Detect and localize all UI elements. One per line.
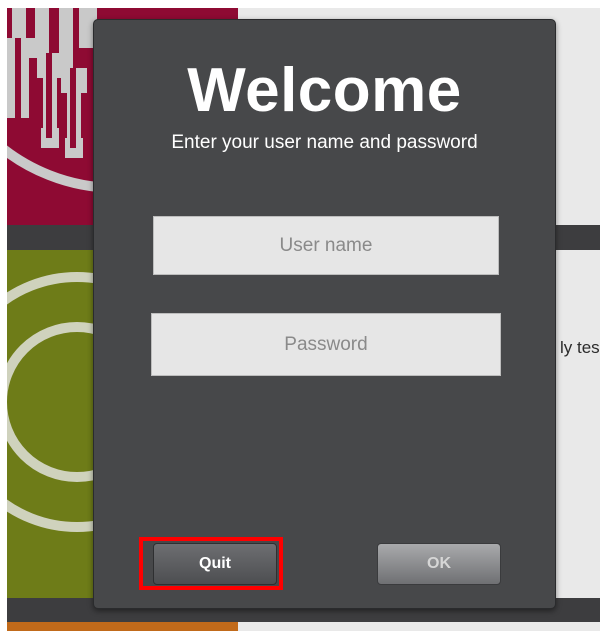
login-dialog: Welcome Enter your user name and passwor… [93, 19, 556, 609]
background-text: ly tes [560, 338, 600, 357]
orange-tile[interactable] [7, 622, 238, 631]
dialog-title: Welcome [187, 56, 462, 125]
ok-button[interactable]: OK [377, 543, 501, 585]
username-input[interactable] [153, 216, 499, 275]
right-panel-bottom [238, 622, 600, 631]
password-input[interactable] [151, 313, 501, 376]
quit-button[interactable]: Quit [153, 543, 277, 585]
dialog-subtitle: Enter your user name and password [171, 132, 478, 153]
top-strip [0, 0, 600, 8]
